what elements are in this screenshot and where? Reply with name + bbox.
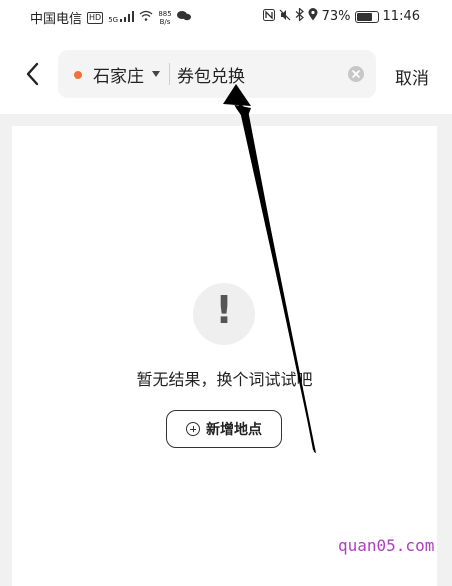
net-speed-value: 885: [158, 9, 172, 18]
status-right: 73% 11:46: [262, 7, 420, 25]
battery-percent: 73%: [321, 9, 351, 24]
net-speed-unit: B/s: [159, 17, 171, 26]
city-dot-icon: [74, 71, 82, 79]
net-speed: 885 B/s: [158, 10, 171, 26]
nfc-icon: [262, 8, 275, 25]
clear-button[interactable]: [348, 66, 364, 82]
city-selector[interactable]: 石家庄: [93, 62, 144, 87]
search-divider: [169, 63, 170, 85]
close-icon: [352, 70, 360, 78]
watermark: quan05.com: [338, 536, 435, 555]
battery-icon: [354, 10, 379, 23]
add-location-label: 新增地点: [206, 422, 262, 438]
bluetooth-icon: [295, 7, 304, 25]
wifi-icon: [139, 10, 153, 25]
results-card: ! 暂无结果，换个词试试吧 新增地点: [12, 126, 437, 586]
add-location-button[interactable]: 新增地点: [166, 410, 282, 448]
plus-circle-icon: [186, 422, 200, 436]
exclamation-icon: !: [193, 283, 255, 345]
status-left: 中国电信 HD 5G 885 B/s: [30, 8, 191, 27]
search-input[interactable]: [177, 59, 337, 89]
exclamation-glyph: !: [215, 288, 233, 332]
signal-label: 5G: [108, 16, 119, 24]
carrier-name: 中国电信: [30, 12, 83, 27]
search-header: 石家庄 取消: [0, 34, 452, 114]
caret-down-icon[interactable]: [152, 71, 160, 77]
search-box[interactable]: 石家庄: [58, 50, 376, 98]
hd-badge: HD: [87, 11, 104, 24]
location-icon: [308, 8, 318, 25]
empty-message: 暂无结果，换个词试试吧: [136, 370, 313, 389]
status-bar: 中国电信 HD 5G 885 B/s 73% 11:46: [0, 0, 452, 34]
mute-icon: [279, 9, 291, 25]
cancel-button[interactable]: 取消: [395, 64, 429, 89]
back-button[interactable]: [22, 60, 46, 88]
chevron-left-icon: [26, 62, 39, 86]
chat-icon: [176, 10, 191, 25]
signal-icon: 5G: [108, 11, 135, 24]
clock: 11:46: [382, 9, 420, 24]
